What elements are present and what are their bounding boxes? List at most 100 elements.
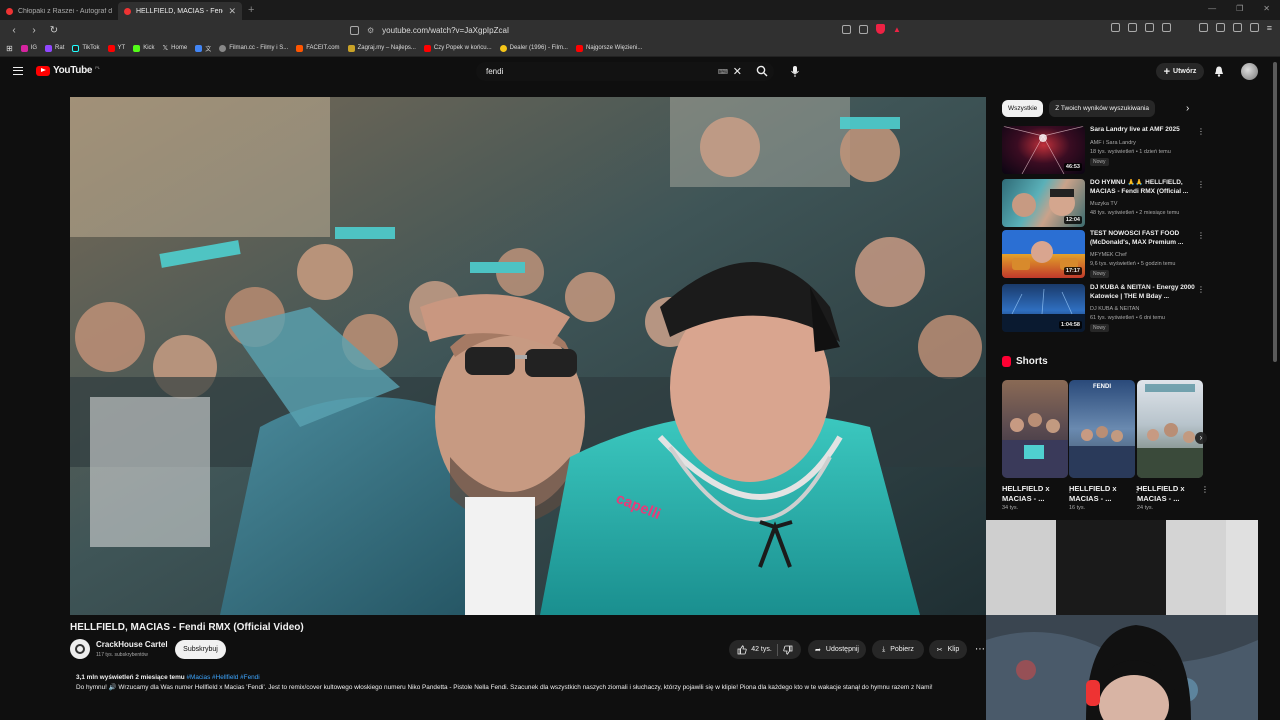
- chip-all[interactable]: Wszystkie: [1002, 100, 1044, 117]
- bookmark-wiezienia[interactable]: Najgorsze Więzieni...: [575, 44, 642, 52]
- keyboard-icon[interactable]: ⌨: [718, 68, 728, 76]
- bookmark-translate[interactable]: 文: [195, 44, 211, 53]
- more-options-icon[interactable]: ⋮: [1201, 485, 1209, 494]
- more-options-icon[interactable]: ⋮: [1197, 180, 1205, 189]
- reload-icon[interactable]: ↻: [48, 25, 60, 36]
- extension-icon[interactable]: [1127, 23, 1137, 32]
- more-options-icon[interactable]: ⋮: [1197, 127, 1205, 136]
- screenshot-icon[interactable]: [842, 24, 851, 34]
- rewards-icon[interactable]: ▲: [893, 25, 901, 34]
- chevron-right-icon[interactable]: ›: [1186, 103, 1189, 114]
- notifications-bell-icon[interactable]: [1214, 66, 1224, 77]
- video-frame: capelli: [70, 97, 986, 615]
- video-thumbnail[interactable]: 12:04: [1002, 179, 1085, 227]
- bookmark-label: FACEIT.com: [306, 45, 340, 51]
- site-info-icon[interactable]: ⚙: [367, 26, 374, 35]
- extension-icon[interactable]: [1161, 23, 1171, 32]
- hamburger-menu-icon[interactable]: [13, 67, 23, 75]
- video-thumbnail[interactable]: 46:53: [1002, 126, 1085, 174]
- brave-shield-icon[interactable]: [876, 24, 885, 34]
- apps-grid-icon[interactable]: ⊞: [6, 44, 13, 53]
- close-tab-icon[interactable]: ✕: [228, 6, 236, 17]
- shorts-next-icon[interactable]: ›: [1195, 432, 1207, 444]
- back-icon[interactable]: ‹: [8, 25, 20, 36]
- youtube-icon: [107, 44, 115, 52]
- search-input[interactable]: fendi ⌨ ✕: [476, 62, 774, 81]
- bookmark-tiktok[interactable]: TikTok: [72, 44, 100, 52]
- recommendation-item[interactable]: 12:04 DO HYMNU 🙏🙏 HELLFIELD, MACIAS - Fe…: [1002, 179, 1205, 227]
- url-field[interactable]: ⚙ youtube.com/watch?v=JaXgpIpZcaI: [350, 22, 910, 38]
- minimize-icon[interactable]: —: [1208, 4, 1216, 13]
- thumbs-down-icon[interactable]: [783, 645, 793, 655]
- bookmark-home[interactable]: 𝕏 Home: [163, 44, 188, 52]
- like-button[interactable]: 42 tys.: [737, 644, 772, 655]
- search-icon[interactable]: [756, 65, 768, 77]
- new-tab-icon[interactable]: +: [248, 4, 254, 16]
- description-box[interactable]: 3,1 mln wyświetleń 2 miesiące temu #Maci…: [70, 668, 982, 718]
- page-scrollbar[interactable]: [1273, 62, 1277, 362]
- bookmark-popek[interactable]: Czy Popek w końcu...: [423, 44, 492, 52]
- video-thumbnail[interactable]: 17:17: [1002, 230, 1085, 278]
- share-icon: ➦: [815, 646, 821, 654]
- youtube-logo[interactable]: YouTube PL: [36, 65, 100, 76]
- channel-name[interactable]: CrackHouse Cartel: [96, 640, 168, 649]
- recommendation-item[interactable]: 46:53 Sara Landry live at AMF 2025 AMF i…: [1002, 126, 1205, 174]
- browser-tab-active[interactable]: HELLFIELD, MACIAS - Fendi R ✕: [118, 2, 242, 20]
- subscribe-button[interactable]: Subskrybuj: [175, 640, 226, 659]
- bookmark-ig[interactable]: IG: [20, 44, 37, 52]
- microphone-icon[interactable]: [788, 64, 802, 78]
- short-item[interactable]: FENDI HELLFIELD x MACIAS - ... 16 tys. ⋮: [1069, 380, 1141, 511]
- short-banner-text: FENDI: [1093, 384, 1111, 390]
- download-button[interactable]: ⤓ Pobierz: [872, 640, 924, 659]
- maximize-icon[interactable]: ❐: [1236, 4, 1243, 13]
- more-options-icon[interactable]: ⋮: [1197, 231, 1205, 240]
- video-thumbnail[interactable]: 1:04:58: [1002, 284, 1085, 332]
- vpn-icon[interactable]: [1249, 23, 1259, 32]
- bookmark-rat[interactable]: Rat: [45, 44, 64, 52]
- more-actions-icon[interactable]: ⋯: [975, 644, 985, 655]
- bookmark-yt[interactable]: YT: [107, 44, 125, 52]
- short-thumbnail[interactable]: FENDI: [1069, 380, 1135, 478]
- short-views: 24 tys.: [1137, 505, 1154, 511]
- music-icon[interactable]: [1198, 23, 1208, 32]
- recommendation-channel: DJ KUBA & NEITAN: [1090, 306, 1140, 312]
- more-options-icon[interactable]: ⋮: [1197, 285, 1205, 294]
- globe-icon: [219, 44, 227, 52]
- recommendation-item[interactable]: 1:04:58 DJ KUBA & NEITAN - Energy 2000 K…: [1002, 284, 1205, 332]
- hashtags[interactable]: #Macias #Hellfield #Fendi: [186, 674, 259, 681]
- translate-glyph: 文: [205, 46, 212, 53]
- menu-icon[interactable]: ≡: [1267, 23, 1272, 33]
- bookmark-icon[interactable]: [350, 25, 359, 35]
- forward-icon[interactable]: ›: [28, 25, 40, 36]
- short-item[interactable]: HELLFIELD x MACIAS - ... 24 tys. ⋮: [1137, 380, 1209, 511]
- shorts-section-header: Shorts: [1002, 356, 1048, 367]
- browser-tab[interactable]: Chłopaki z Raszei - Autograf dla kum: [0, 2, 118, 20]
- bookmark-label: TikTok: [82, 45, 100, 51]
- close-window-icon[interactable]: ✕: [1263, 4, 1270, 13]
- sidebar-icon[interactable]: [1215, 23, 1225, 32]
- wallet-icon[interactable]: [1232, 23, 1242, 32]
- bookmark-dealer[interactable]: Dealer (1996) - Film...: [499, 44, 568, 52]
- extension-icon[interactable]: [1110, 23, 1120, 32]
- chip-from-search[interactable]: Z Twoich wyników wyszukiwania: [1049, 100, 1156, 117]
- recommendation-item[interactable]: 17:17 TEST NOWOŚCI FAST FOOD (McDonald's…: [1002, 230, 1205, 278]
- bookmark-zagraj[interactable]: Zagraj.my – Najleps...: [347, 44, 416, 52]
- short-thumbnail[interactable]: [1002, 380, 1068, 478]
- video-player[interactable]: capelli: [70, 97, 986, 615]
- extension-icon[interactable]: [1144, 23, 1154, 32]
- views-date: 3,1 mln wyświetleń 2 miesiące temu: [76, 674, 185, 681]
- bookmark-faceit[interactable]: FACEIT.com: [296, 44, 340, 52]
- share-page-icon[interactable]: [859, 24, 868, 34]
- create-button[interactable]: + Utwórz: [1156, 63, 1204, 80]
- account-avatar[interactable]: [1241, 63, 1258, 80]
- address-bar: ‹ › ↻ ⚙ youtube.com/watch?v=JaXgpIpZcaI …: [0, 20, 1280, 40]
- clip-button[interactable]: ✂ Klip: [929, 640, 967, 659]
- recommendation-channel: AMF i Sara Landry: [1090, 140, 1136, 146]
- channel-avatar[interactable]: [70, 639, 90, 659]
- share-button[interactable]: ➦ Udostępnij: [808, 640, 866, 659]
- bookmark-kick[interactable]: Kick: [133, 44, 155, 52]
- short-item[interactable]: HELLFIELD x MACIAS - ... 34 tys. ⋮: [1002, 380, 1074, 511]
- clear-search-icon[interactable]: ✕: [733, 65, 742, 78]
- bookmark-filman[interactable]: Filman.cc - Filmy i S...: [219, 44, 288, 52]
- short-thumbnail[interactable]: [1137, 380, 1203, 478]
